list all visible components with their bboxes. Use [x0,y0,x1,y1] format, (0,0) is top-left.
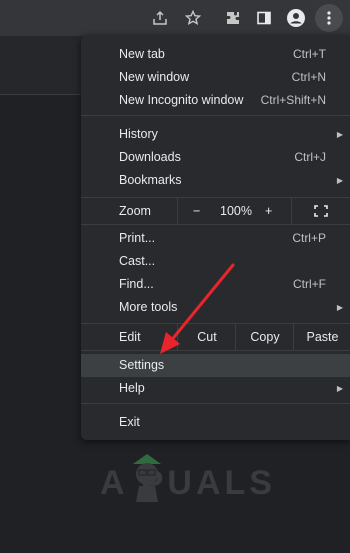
annotation-arrow-line [168,263,235,344]
watermark-text: A PUALS [100,464,276,502]
mascot-icon [133,454,161,502]
watermark-logo: A PUALS [100,454,315,524]
